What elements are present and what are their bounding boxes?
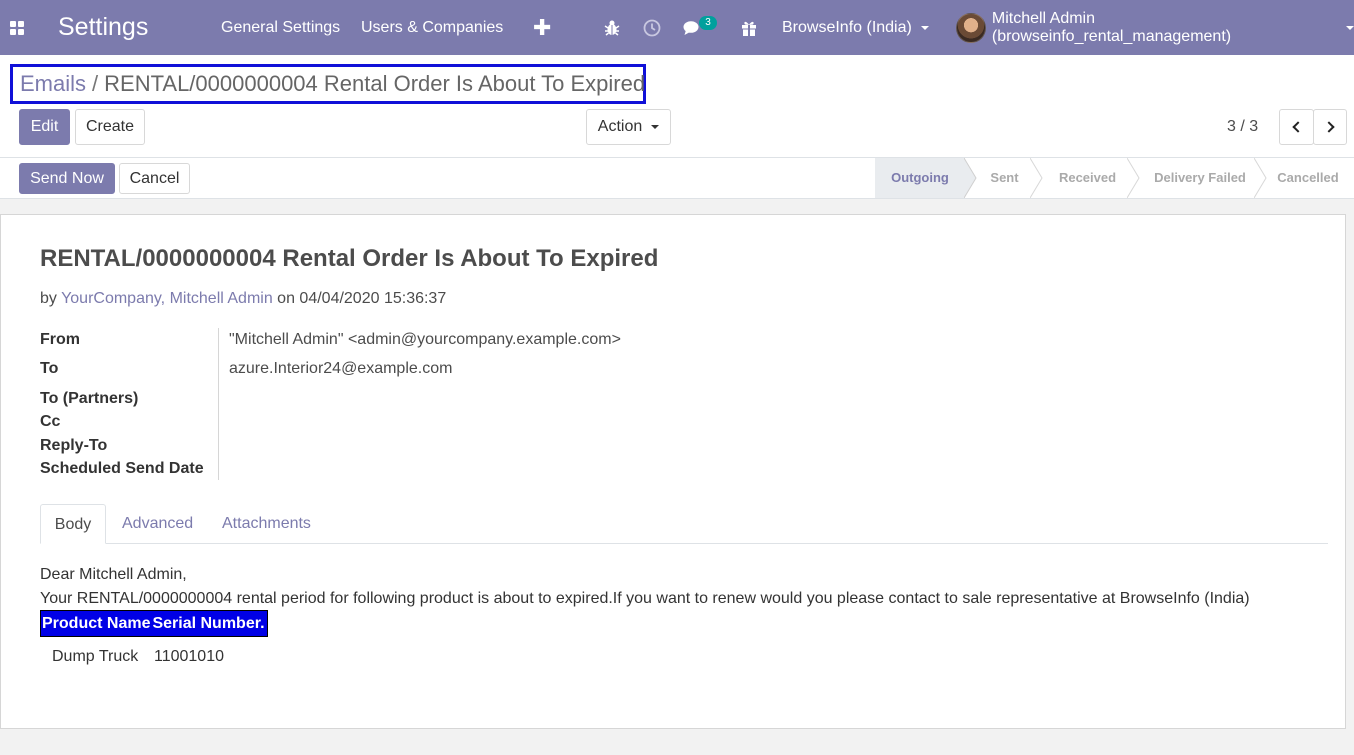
chevron-down-icon <box>920 25 929 30</box>
stage-cancelled: Cancelled <box>1277 170 1339 185</box>
stage-arrow-divider <box>1127 158 1140 198</box>
clock-icon[interactable] <box>643 0 661 55</box>
breadcrumb-current: RENTAL/0000000004 Rental Order Is About … <box>104 71 646 96</box>
edit-button[interactable]: Edit <box>19 109 70 145</box>
on-prefix: on <box>277 290 295 307</box>
control-panel: Emails / RENTAL/0000000004 Rental Order Is… <box>0 55 1354 158</box>
cc-label: Cc <box>40 413 61 430</box>
stage-sent: Sent <box>990 170 1019 185</box>
status-bar: Send Now Cancel Outgoing Sent Received D… <box>0 158 1354 199</box>
stage-outgoing: Outgoing <box>875 158 965 198</box>
user-name: Mitchell Admin (browseinfo_rental_manage… <box>991 9 1232 45</box>
send-now-button[interactable]: Send Now <box>19 163 115 194</box>
mail-author-link[interactable]: YourCompany, Mitchell Admin <box>61 290 273 307</box>
avatar <box>956 12 986 43</box>
to-partners-label: To (Partners) <box>40 390 139 407</box>
mail-form-sheet: RENTAL/0000000004 Rental Order Is About … <box>0 214 1346 729</box>
fields-divider <box>218 328 219 480</box>
pager-value[interactable]: 3 / 3 <box>1227 109 1258 145</box>
to-value: azure.Interior24@example.com <box>229 360 453 377</box>
breadcrumb-separator: / <box>92 71 99 96</box>
column-serial-number: Serial Number. <box>152 614 265 632</box>
cancel-button[interactable]: Cancel <box>119 163 190 194</box>
mail-byline: by YourCompany, Mitchell Admin on 04/04/… <box>40 290 446 308</box>
breadcrumb: Emails / RENTAL/0000000004 Rental Order Is… <box>10 64 646 104</box>
pager-next-button[interactable] <box>1313 109 1347 145</box>
stage-received: Received <box>1058 170 1117 185</box>
company-switcher[interactable]: BrowseInfo (India) <box>782 0 929 55</box>
top-navbar: Settings General Settings Users & Compan… <box>0 0 1354 55</box>
product-table-header: Product Name Serial Number. <box>40 610 268 637</box>
breadcrumb-parent-link[interactable]: Emails <box>20 71 86 96</box>
user-menu[interactable]: Mitchell Admin (browseinfo_rental_manage… <box>956 0 1354 55</box>
stage-arrow-divider <box>1254 158 1267 198</box>
tab-advanced[interactable]: Advanced <box>122 504 193 544</box>
body-message: Your RENTAL/0000000004 rental period for… <box>40 590 1250 607</box>
to-label: To <box>40 360 59 377</box>
stage-delivery-failed: Delivery Failed <box>1154 170 1246 185</box>
notebook-tabs: Body Advanced Attachments <box>40 504 1328 544</box>
company-name: BrowseInfo (India) <box>782 18 912 36</box>
pager-previous-button[interactable] <box>1279 109 1314 145</box>
apps-grid-icon[interactable] <box>10 0 30 55</box>
mail-date: 04/04/2020 15:36:37 <box>299 290 447 307</box>
chevron-left-icon <box>1292 121 1304 133</box>
from-value: "Mitchell Admin" <admin@yourcompany.exam… <box>229 331 621 348</box>
tab-body[interactable]: Body <box>40 504 106 544</box>
app-brand[interactable]: Settings <box>58 0 148 55</box>
action-label: Action <box>597 118 643 135</box>
chat-badge: 3 <box>699 16 717 30</box>
create-button[interactable]: Create <box>75 109 145 145</box>
chevron-right-icon <box>1322 121 1335 133</box>
tab-attachments[interactable]: Attachments <box>222 504 311 544</box>
table-cell-product: Dump Truck <box>52 648 139 665</box>
body-greeting: Dear Mitchell Admin, <box>40 566 187 583</box>
reply-to-label: Reply-To <box>40 437 108 454</box>
stage-arrow-divider <box>1030 158 1043 198</box>
by-prefix: by <box>40 290 57 307</box>
menu-general-settings[interactable]: General Settings <box>221 0 340 55</box>
action-dropdown-button[interactable]: Action <box>586 109 671 145</box>
menu-users-companies[interactable]: Users & Companies <box>361 0 503 55</box>
scheduled-send-date-label: Scheduled Send Date <box>40 460 204 477</box>
chevron-down-icon <box>1346 25 1354 30</box>
table-cell-serial: 11001010 <box>154 648 224 665</box>
column-product-name: Product Name <box>42 614 151 632</box>
stage-arrow-divider <box>964 158 977 198</box>
gift-icon[interactable] <box>740 0 758 55</box>
chat-icon[interactable]: 3 <box>683 0 719 55</box>
from-label: From <box>40 331 80 348</box>
plus-icon[interactable]: ✚ <box>533 0 551 55</box>
mail-subject: RENTAL/0000000004 Rental Order Is About … <box>40 245 659 272</box>
bug-icon[interactable] <box>603 0 621 55</box>
chevron-down-icon <box>651 125 660 129</box>
